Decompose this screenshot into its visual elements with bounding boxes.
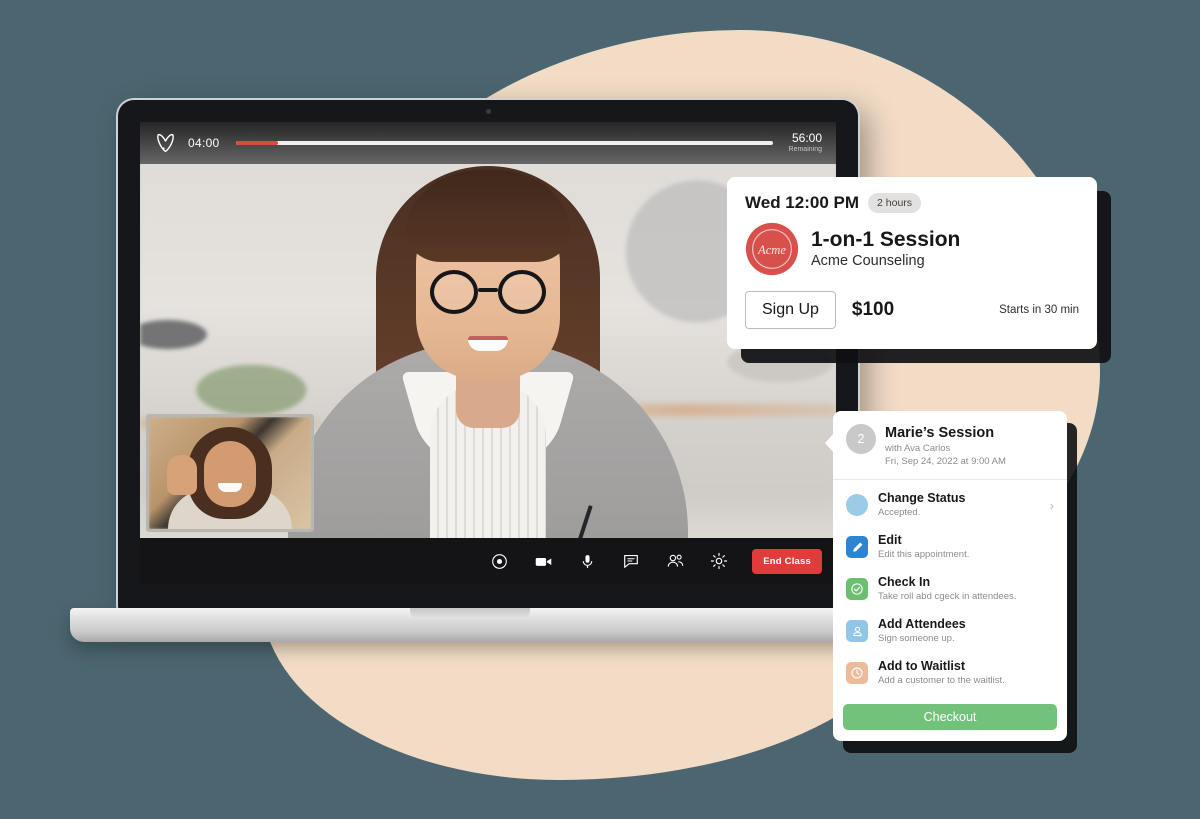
chat-button[interactable] <box>620 550 642 572</box>
session-duration-badge: 2 hours <box>868 193 922 213</box>
acme-logo-icon: Acme <box>745 222 799 276</box>
attendee-count-badge: 2 <box>846 424 876 454</box>
signup-card-text: 1-on-1 Session Acme Counseling <box>811 228 960 271</box>
remaining-caption: Remaining <box>788 146 822 153</box>
menu-item-label: Add Attendees <box>878 617 966 631</box>
menu-item-description: Take roll abd cgeck in attendees. <box>878 591 1017 602</box>
sign-up-button[interactable]: Sign Up <box>745 291 836 329</box>
self-view-video[interactable] <box>146 414 314 532</box>
menu-item-edit[interactable]: Edit Edit this appointment. <box>833 526 1067 568</box>
laptop-base <box>70 608 870 642</box>
action-menu-header: 2 Marie’s Session with Ava Carlos Fri, S… <box>833 411 1067 480</box>
microphone-button[interactable] <box>576 550 598 572</box>
menu-item-description: Accepted. <box>878 507 921 518</box>
screenshot-canvas: 04:00 56:00 Remaining End Class Wed 12:0… <box>0 0 1200 819</box>
speaker-smile <box>468 336 508 351</box>
menu-item-add-attendees[interactable]: Add Attendees Sign someone up. <box>833 610 1067 652</box>
menu-item-label: Edit <box>878 533 902 547</box>
gear-icon[interactable] <box>708 550 730 572</box>
menu-item-description: Edit this appointment. <box>878 549 970 560</box>
session-progress-fill <box>235 141 279 145</box>
call-controls-toolbar: End Class <box>140 538 836 584</box>
clock-icon <box>846 662 868 684</box>
action-menu-items: Change Status Accepted. › Edit Edit this… <box>833 480 1067 698</box>
self-view-face <box>204 441 256 507</box>
appointment-with-label: with Ava Carlos <box>885 443 951 454</box>
chevron-right-icon: › <box>1049 497 1054 513</box>
menu-item-text: Add to Waitlist Add a customer to the wa… <box>878 659 1005 687</box>
appointment-datetime-label: Fri, Sep 24, 2022 at 9:00 AM <box>885 456 1006 467</box>
menu-item-text: Change Status Accepted. <box>878 491 966 519</box>
check-circle-icon <box>846 578 868 600</box>
status-circle-icon <box>846 494 868 516</box>
session-title: 1-on-1 Session <box>811 227 961 251</box>
glasses-bridge-icon <box>478 288 498 292</box>
session-starts-in-label: Starts in 30 min <box>999 304 1079 316</box>
session-price: $100 <box>851 299 895 320</box>
menu-item-add-to-waitlist[interactable]: Add to Waitlist Add a customer to the wa… <box>833 652 1067 694</box>
remaining-time-block: 56:00 Remaining <box>789 132 822 154</box>
checkout-button[interactable]: Checkout <box>843 704 1057 730</box>
participants-button[interactable] <box>664 550 686 572</box>
signup-card-header: Wed 12:00 PM 2 hours <box>745 193 1079 213</box>
person-add-icon <box>846 620 868 642</box>
session-timer-bar: 04:00 56:00 Remaining <box>140 122 836 164</box>
laptop-webcam-icon <box>485 109 491 114</box>
self-view-waving-hand <box>167 455 197 495</box>
session-time-label: Wed 12:00 PM <box>745 193 860 212</box>
appointment-title: Marie’s Session <box>885 425 995 441</box>
menu-item-label: Add to Waitlist <box>878 659 966 673</box>
menu-item-description: Sign someone up. <box>878 633 955 644</box>
appointment-action-menu: 2 Marie’s Session with Ava Carlos Fri, S… <box>833 411 1067 741</box>
glasses-left-lens-icon <box>430 270 478 314</box>
signup-card-body: Acme 1-on-1 Session Acme Counseling <box>745 222 1079 276</box>
session-progress-bar[interactable] <box>235 141 773 145</box>
end-class-button[interactable]: End Class <box>752 548 822 574</box>
menu-item-label: Check In <box>878 575 931 589</box>
record-button[interactable] <box>488 550 510 572</box>
session-organization: Acme Counseling <box>811 252 925 269</box>
remaining-time-label: 56:00 <box>791 131 822 145</box>
menu-item-label: Change Status <box>878 491 966 505</box>
action-menu-header-text: Marie’s Session with Ava Carlos Fri, Sep… <box>885 424 1006 468</box>
menu-item-text: Check In Take roll abd cgeck in attendee… <box>878 575 1016 603</box>
vectera-v-logo-icon <box>157 133 174 153</box>
glasses-right-lens-icon <box>498 270 546 314</box>
menu-item-change-status[interactable]: Change Status Accepted. › <box>833 484 1067 526</box>
svg-text:Acme: Acme <box>757 243 786 257</box>
menu-item-text: Add Attendees Sign someone up. <box>878 617 966 645</box>
elapsed-time-label: 04:00 <box>188 136 220 150</box>
camera-button[interactable] <box>532 550 554 572</box>
signup-card-footer: Sign Up $100 Starts in 30 min <box>745 291 1079 329</box>
menu-item-description: Add a customer to the waitlist. <box>878 675 1005 686</box>
menu-item-text: Edit Edit this appointment. <box>878 533 969 561</box>
menu-item-check-in[interactable]: Check In Take roll abd cgeck in attendee… <box>833 568 1067 610</box>
laptop-trackpad-notch <box>410 608 530 619</box>
pencil-icon <box>846 536 868 558</box>
self-view-smile <box>218 483 242 492</box>
session-signup-card: Wed 12:00 PM 2 hours Acme 1-on-1 Session… <box>727 177 1097 349</box>
